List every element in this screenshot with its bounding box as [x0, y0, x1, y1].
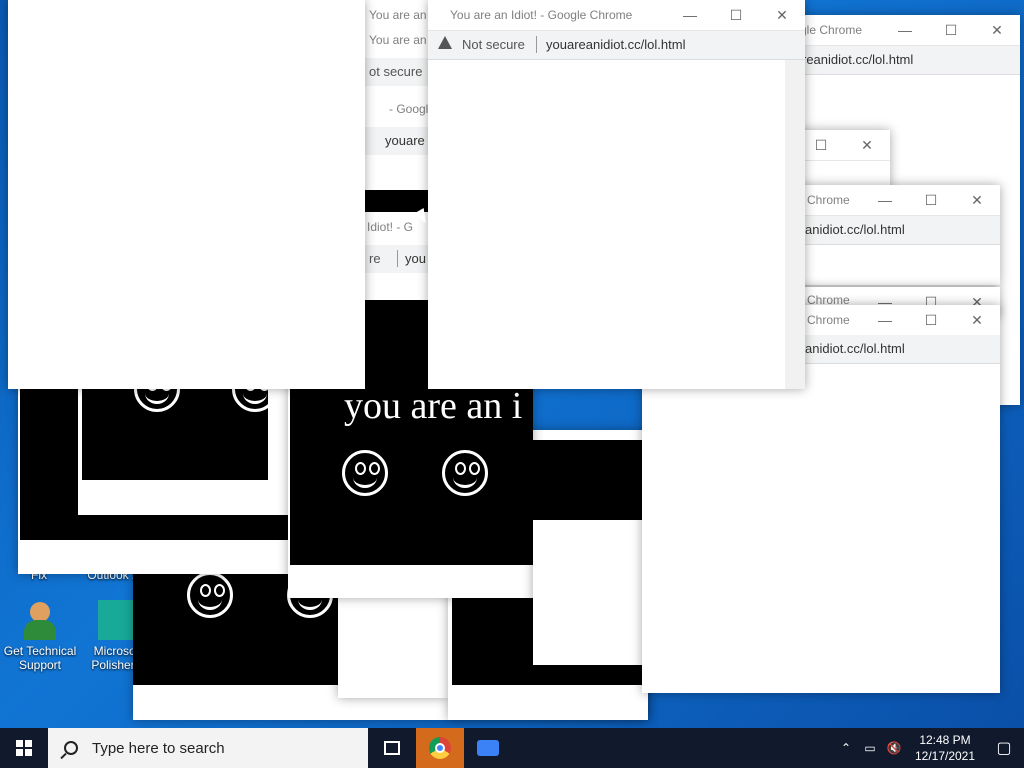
window-title: You are an: [369, 33, 427, 47]
task-view-icon: [384, 741, 400, 755]
taskbar-chat[interactable]: [464, 728, 512, 768]
taskbar-search[interactable]: Type here to search: [48, 728, 368, 768]
address-url[interactable]: anidiot.cc/lol.html: [805, 341, 905, 356]
address-url[interactable]: you: [405, 251, 426, 266]
chrome-icon: [429, 737, 451, 759]
window-title: You are an: [369, 8, 427, 22]
search-placeholder: Type here to search: [92, 739, 225, 757]
maximize-button[interactable]: ☐: [908, 305, 954, 335]
chrome-window[interactable]: Idiot! - G re you: [365, 212, 435, 300]
chrome-window[interactable]: Chrome — ☐ ✕ anidiot.cc/lol.html: [795, 185, 1000, 285]
page-content: [428, 60, 785, 389]
smiley-icon: [187, 572, 233, 618]
chat-icon: [477, 740, 499, 756]
smiley-icon: [442, 450, 488, 496]
not-secure-label[interactable]: Not secure: [462, 37, 525, 52]
close-button[interactable]: ✕: [974, 15, 1020, 45]
clock-date: 12/17/2021: [914, 749, 976, 763]
chrome-window-foreground[interactable]: You are an Idiot! - Google Chrome — ☐ ✕ …: [428, 0, 805, 389]
window-title: Idiot! - G: [367, 220, 414, 234]
clock[interactable]: 12:48 PM 12/17/2021: [906, 732, 984, 764]
window-title: gle Chrome: [800, 23, 863, 37]
polisher-icon: [98, 600, 138, 640]
support-agent-icon: [20, 600, 60, 640]
address-bar[interactable]: Not secure youareanidiot.cc/lol.html: [428, 31, 805, 60]
idiot-message: you are an i: [344, 385, 523, 427]
minimize-button[interactable]: —: [667, 0, 713, 30]
icon-label: Get Technical: [3, 644, 77, 658]
taskbar: Type here to search ⌃ ▭ 🔇 12:48 PM 12/17…: [0, 728, 1024, 768]
window-title: You are an Idiot! - Google Chrome: [450, 8, 633, 22]
popup-window[interactable]: [533, 520, 643, 665]
address-url[interactable]: reanidiot.cc/lol.html: [802, 52, 913, 67]
close-button[interactable]: ✕: [759, 0, 805, 30]
windows-logo-icon: [16, 740, 32, 756]
window-scrollbar[interactable]: [785, 60, 805, 389]
not-secure-label: ot secure: [369, 64, 423, 79]
clock-time: 12:48 PM: [919, 733, 971, 747]
maximize-button[interactable]: ☐: [928, 15, 974, 45]
window-title: Chrome: [807, 193, 850, 207]
chrome-window[interactable]: ☐ ✕: [790, 130, 890, 190]
desktop: Get Technical Support Microsoft Polisher…: [0, 0, 1024, 728]
notification-icon[interactable]: ▢: [984, 738, 1024, 758]
icon-label: Support: [18, 658, 62, 672]
maximize-button[interactable]: ☐: [908, 185, 954, 215]
taskbar-chrome[interactable]: [416, 728, 464, 768]
separator: [397, 250, 398, 267]
maximize-button[interactable]: ☐: [713, 0, 759, 30]
volume-muted-icon[interactable]: 🔇: [882, 741, 906, 755]
close-button[interactable]: ✕: [954, 185, 1000, 215]
smiley-icon: [342, 450, 388, 496]
separator: [536, 36, 537, 53]
window-title: Chrome: [807, 313, 850, 327]
blank-popup-window[interactable]: [8, 0, 365, 389]
close-button[interactable]: ✕: [954, 305, 1000, 335]
system-tray: ⌃ ▭ 🔇 12:48 PM 12/17/2021 ▢: [834, 728, 1024, 768]
start-button[interactable]: [0, 728, 48, 768]
address-url[interactable]: youare: [385, 133, 425, 148]
desktop-icon-get-technical-support[interactable]: Get Technical Support: [0, 600, 80, 672]
search-icon: [64, 741, 78, 755]
minimize-button[interactable]: —: [882, 15, 928, 45]
chrome-window[interactable]: You are an You are an ot secure - Google…: [365, 0, 435, 190]
minimize-button[interactable]: —: [862, 305, 908, 335]
address-url[interactable]: youareanidiot.cc/lol.html: [546, 37, 685, 52]
not-secure-label: re: [369, 251, 381, 266]
warning-icon: [438, 36, 452, 49]
network-icon[interactable]: ▭: [858, 741, 882, 755]
minimize-button[interactable]: —: [862, 185, 908, 215]
chevron-up-icon[interactable]: ⌃: [834, 741, 858, 755]
close-button[interactable]: ✕: [844, 130, 890, 160]
address-url[interactable]: anidiot.cc/lol.html: [805, 222, 905, 237]
task-view-button[interactable]: [368, 728, 416, 768]
